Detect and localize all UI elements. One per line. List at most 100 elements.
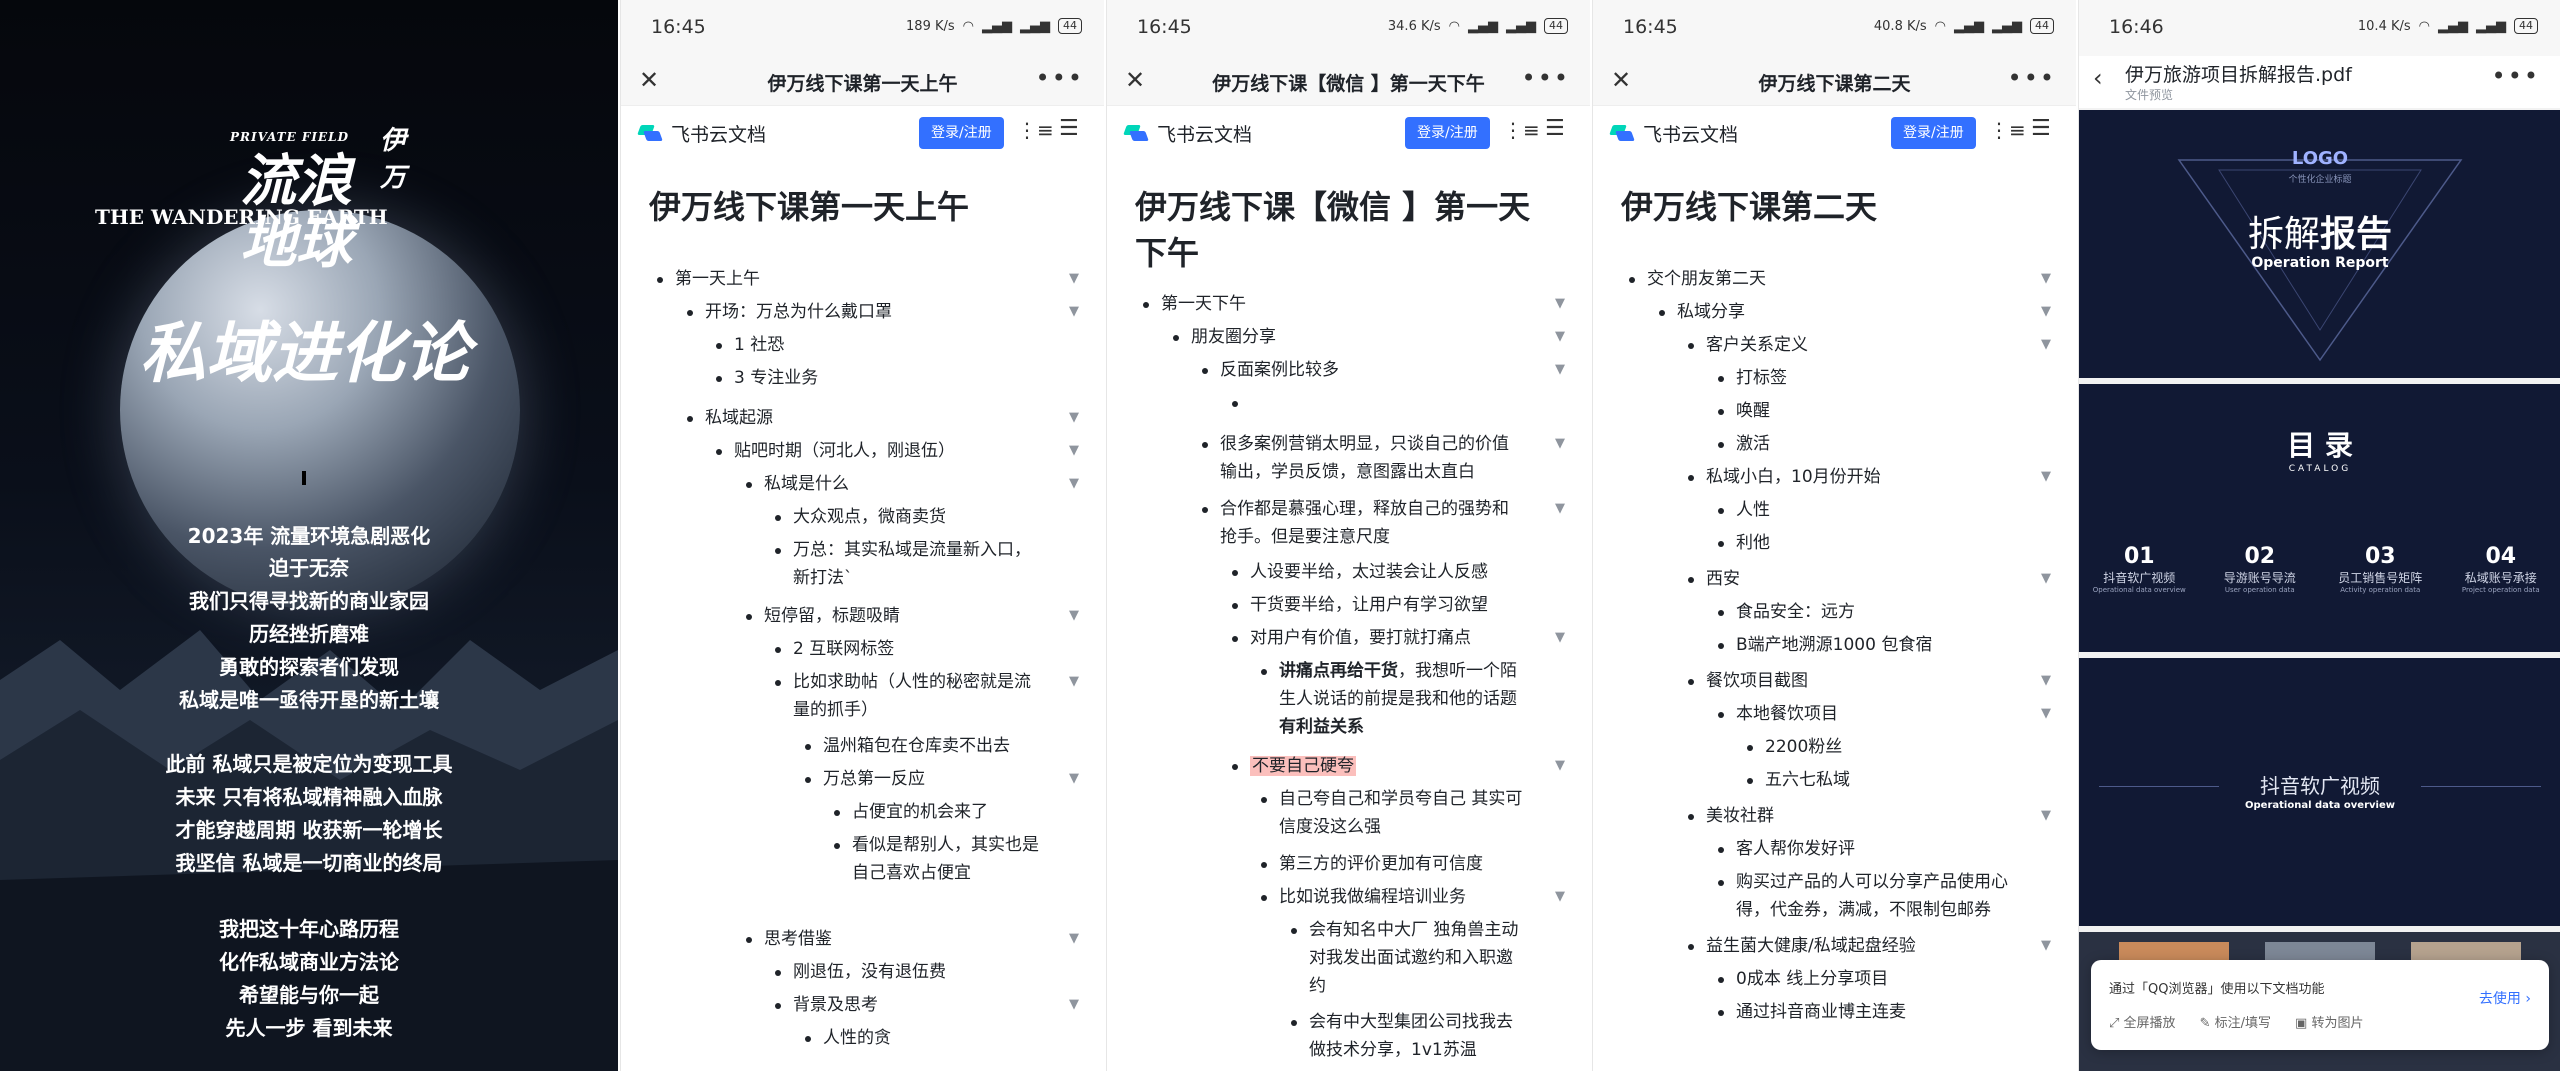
- catalog-item: 03 员工销售号矩阵 Activity operation data: [2338, 544, 2423, 594]
- feishu-icon: [1123, 123, 1149, 145]
- cover-logo-sub: 个性化企业标题: [2288, 175, 2352, 185]
- list-item-cont: 量的抓手）: [793, 700, 878, 720]
- login-button[interactable]: 登录/注册: [1405, 117, 1490, 149]
- collapse-toggle[interactable]: ▼: [2041, 673, 2051, 688]
- net-speed: 40.8 K/s: [1873, 18, 1927, 34]
- list-item: 2200粉丝: [1747, 733, 1842, 761]
- outline-icon[interactable]: ⋮≡: [1989, 118, 2026, 142]
- feishu-logo: 飞书云文档: [637, 120, 766, 147]
- list-item: 思考借鉴: [746, 925, 832, 953]
- list-item-cont: 抢手。但是要注意尺度: [1220, 527, 1390, 547]
- collapse-toggle[interactable]: ▼: [1069, 931, 1079, 946]
- list-item: 第三方的评价更加有可信度: [1261, 850, 1483, 878]
- doc-screen-3: 16:45 40.8 K/s ◠ ▂▄▆ ▂▄▆ 44 ✕ 伊万线下课第二天 ••• 飞…: [1592, 0, 2076, 1071]
- collapse-toggle[interactable]: ▼: [2041, 304, 2051, 319]
- collapse-toggle[interactable]: ▼: [1555, 296, 1565, 311]
- list-item: 对用户有价值，要打就打痛点: [1232, 624, 1471, 652]
- collapse-toggle[interactable]: ▼: [1555, 758, 1565, 773]
- list-item: 客户关系定义: [1688, 331, 1808, 359]
- collapse-toggle[interactable]: ▼: [1069, 443, 1079, 458]
- collapse-toggle[interactable]: ▼: [2041, 706, 2051, 721]
- feishu-bar: 飞书云文档 登录/注册 ⋮≡ ☰: [1593, 106, 2076, 160]
- menu-icon[interactable]: ☰: [1545, 116, 1565, 141]
- toast-go-button[interactable]: 去使用 ›: [2479, 988, 2531, 1008]
- list-item: 激活: [1718, 430, 1770, 458]
- back-icon[interactable]: ‹: [2093, 64, 2103, 92]
- catalog-en: CATALOG: [2288, 464, 2352, 474]
- login-button[interactable]: 登录/注册: [919, 117, 1004, 149]
- collapse-toggle[interactable]: ▼: [1069, 476, 1079, 491]
- fullscreen-option[interactable]: ⤢ 全屏播放: [2109, 1012, 2176, 1031]
- net-speed: 10.4 K/s: [2357, 18, 2411, 34]
- title-bar: ✕ 伊万线下课【微信 】第一天下午 •••: [1107, 56, 1590, 106]
- collapse-toggle[interactable]: ▼: [1069, 608, 1079, 623]
- battery-icon: 44: [2030, 18, 2054, 34]
- to-image-option[interactable]: ▣ 转为图片: [2295, 1012, 2363, 1031]
- collapse-toggle[interactable]: ▼: [2041, 271, 2051, 286]
- feishu-logo: 飞书云文档: [1609, 120, 1738, 147]
- more-icon[interactable]: •••: [1036, 64, 1084, 92]
- list-item: 购买过产品的人可以分享产品使用心: [1718, 868, 2008, 896]
- collapse-toggle[interactable]: ▼: [1069, 271, 1079, 286]
- list-item-cont: 输出，学员反馈，意图露出太直白: [1220, 462, 1475, 482]
- list-item-cont: 约: [1309, 976, 1326, 996]
- outline-icon[interactable]: ⋮≡: [1503, 118, 1540, 142]
- status-bar: 16:45 40.8 K/s ◠ ▂▄▆ ▂▄▆ 44: [1593, 0, 2076, 56]
- list-item: 交个朋友第二天: [1629, 265, 1766, 293]
- more-icon[interactable]: •••: [1522, 64, 1570, 92]
- collapse-toggle[interactable]: ▼: [1555, 889, 1565, 904]
- signal-icon: ▂▄▆: [1468, 18, 1498, 34]
- collapse-toggle[interactable]: ▼: [1555, 436, 1565, 451]
- status-time: 16:45: [1137, 16, 1192, 38]
- list-item: 不要自己硬夸: [1232, 752, 1356, 780]
- file-name: 伊万旅游项目拆解报告.pdf: [2125, 64, 2352, 86]
- status-time: 16:45: [1623, 16, 1678, 38]
- login-button[interactable]: 登录/注册: [1891, 117, 1976, 149]
- battery-icon: 44: [1544, 18, 1568, 34]
- collapse-toggle[interactable]: ▼: [1069, 410, 1079, 425]
- collapse-toggle[interactable]: ▼: [1555, 501, 1565, 516]
- poster-headline: 私域进化论: [140, 314, 470, 392]
- status-bar: 16:45 189 K/s ◠ ▂▄▆ ▂▄▆ 44: [621, 0, 1104, 56]
- poster-brand: 伊万: [380, 126, 407, 193]
- collapse-toggle[interactable]: ▼: [1069, 771, 1079, 786]
- collapse-toggle[interactable]: ▼: [2041, 469, 2051, 484]
- collapse-toggle[interactable]: ▼: [1555, 329, 1565, 344]
- collapse-toggle[interactable]: ▼: [1555, 630, 1565, 645]
- collapse-toggle[interactable]: ▼: [1069, 304, 1079, 319]
- list-item: 西安: [1688, 565, 1740, 593]
- catalog-title: 目 录: [2287, 429, 2353, 462]
- more-icon[interactable]: •••: [2008, 64, 2056, 92]
- section-en: Operational data overview: [2245, 800, 2395, 811]
- feishu-bar: 飞书云文档 登录/注册 ⋮≡ ☰: [621, 106, 1104, 160]
- list-item: 短停留，标题吸睛: [746, 602, 900, 630]
- list-item: 贴吧时期（河北人，刚退伍）: [716, 437, 955, 465]
- menu-icon[interactable]: ☰: [2031, 116, 2051, 141]
- list-item: 反面案例比较多: [1202, 356, 1339, 384]
- list-item: 食品安全：远方: [1718, 598, 1855, 626]
- collapse-toggle[interactable]: ▼: [1069, 997, 1079, 1012]
- list-item: 讲痛点再给干货，我想听一个陌: [1261, 657, 1517, 685]
- wifi-icon: ◠: [2418, 18, 2430, 34]
- collapse-toggle[interactable]: ▼: [2041, 337, 2051, 352]
- fullscreen-icon: ⤢: [2109, 1016, 2120, 1031]
- collapse-toggle[interactable]: ▼: [2041, 808, 2051, 823]
- more-icon[interactable]: •••: [2492, 62, 2540, 90]
- signal-icon: ▂▄▆: [1020, 18, 1050, 34]
- collapse-toggle[interactable]: ▼: [2041, 571, 2051, 586]
- collapse-toggle[interactable]: ▼: [1069, 674, 1079, 689]
- list-item: 比如说我做编程培训业务: [1261, 883, 1466, 911]
- outline-icon[interactable]: ⋮≡: [1017, 118, 1054, 142]
- collapse-toggle[interactable]: ▼: [2041, 938, 2051, 953]
- list-item: 背景及思考: [775, 991, 878, 1019]
- collapse-toggle[interactable]: ▼: [1555, 362, 1565, 377]
- annotate-option[interactable]: ✎ 标注/填写: [2200, 1012, 2271, 1031]
- signal-icon: ▂▄▆: [1992, 18, 2022, 34]
- list-item: 益生菌大健康/私域起盘经验: [1688, 932, 1916, 960]
- signal-icon: ▂▄▆: [1506, 18, 1536, 34]
- list-item: 1 社恐: [716, 331, 784, 359]
- toast-message: 通过「QQ浏览器」使用以下文档功能: [2109, 982, 2325, 997]
- menu-icon[interactable]: ☰: [1059, 116, 1079, 141]
- list-item: 占便宜的机会来了: [834, 798, 988, 826]
- list-item: 3 专注业务: [716, 364, 818, 392]
